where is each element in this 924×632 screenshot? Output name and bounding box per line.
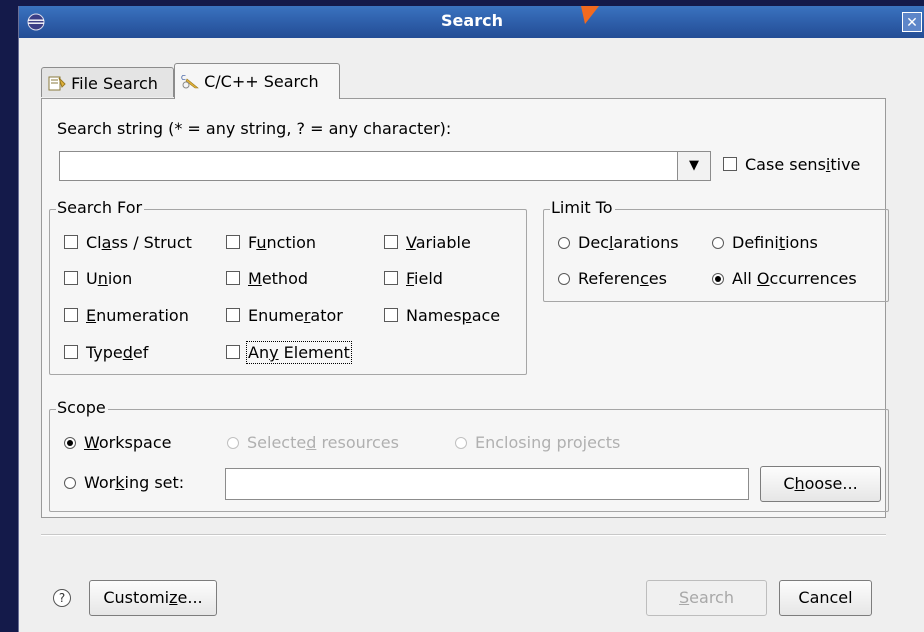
radio-circle[interactable] xyxy=(64,437,76,449)
case-sensitive-checkbox[interactable]: Case sensitive xyxy=(723,155,860,174)
tab-label: C/C++ Search xyxy=(204,72,319,91)
checkbox-namespace[interactable]: Namespace xyxy=(384,306,500,325)
radio-circle[interactable] xyxy=(64,477,76,489)
checkbox-enumeration[interactable]: Enumeration xyxy=(64,306,189,325)
search-for-title: Search For xyxy=(56,198,145,217)
window-title: Search xyxy=(441,11,503,30)
working-set-input[interactable] xyxy=(225,468,749,500)
checkbox-function[interactable]: Function xyxy=(226,233,316,252)
checkbox-box[interactable] xyxy=(723,157,737,171)
search-dialog: Search ✕ File Search C C/C++ Search Sear… xyxy=(18,6,924,632)
customize-button[interactable]: Customize... xyxy=(89,580,217,616)
checkbox-box[interactable] xyxy=(384,235,398,249)
choose-button[interactable]: Choose... xyxy=(760,466,881,502)
radio-circle[interactable] xyxy=(558,273,570,285)
separator xyxy=(41,534,886,536)
cpp-search-icon: C xyxy=(181,74,199,89)
search-button: Search xyxy=(646,580,767,616)
radio-circle[interactable] xyxy=(558,237,570,249)
radio-definitions[interactable]: Definitions xyxy=(712,233,818,252)
pointer-arrow-icon xyxy=(581,6,599,24)
checkbox-box[interactable] xyxy=(64,235,78,249)
checkbox-box[interactable] xyxy=(64,271,78,285)
checkbox-enumerator[interactable]: Enumerator xyxy=(226,306,343,325)
radio-workspace[interactable]: Workspace xyxy=(64,433,171,452)
radio-all-occurrences[interactable]: All Occurrences xyxy=(712,269,857,288)
radio-circle[interactable] xyxy=(712,237,724,249)
checkbox-box[interactable] xyxy=(226,345,240,359)
checkbox-field[interactable]: Field xyxy=(384,269,443,288)
help-icon[interactable]: ? xyxy=(53,589,71,607)
radio-declarations[interactable]: Declarations xyxy=(558,233,679,252)
radio-circle[interactable] xyxy=(712,273,724,285)
checkbox-any-element[interactable]: Any Element xyxy=(226,341,352,364)
checkbox-box[interactable] xyxy=(226,235,240,249)
focus-label: Any Element xyxy=(246,341,352,364)
checkbox-box[interactable] xyxy=(226,308,240,322)
checkbox-box[interactable] xyxy=(64,345,78,359)
checkbox-union[interactable]: Union xyxy=(64,269,132,288)
svg-text:C: C xyxy=(181,74,186,82)
tab-cpp-search[interactable]: C C/C++ Search xyxy=(174,63,340,99)
radio-enclosing-projects: Enclosing projects xyxy=(455,433,620,452)
radio-working-set[interactable]: Working set: xyxy=(64,473,184,492)
radio-selected-resources: Selected resources xyxy=(227,433,399,452)
radio-circle xyxy=(227,437,239,449)
file-search-icon xyxy=(48,76,66,91)
close-icon[interactable]: ✕ xyxy=(902,12,922,32)
checkbox-box[interactable] xyxy=(384,308,398,322)
checkbox-box[interactable] xyxy=(64,308,78,322)
checkbox-box[interactable] xyxy=(384,271,398,285)
cancel-button[interactable]: Cancel xyxy=(779,580,872,616)
checkbox-class-struct[interactable]: Class / Struct xyxy=(64,233,192,252)
search-string-label: Search string (* = any string, ? = any c… xyxy=(57,119,452,138)
checkbox-method[interactable]: Method xyxy=(226,269,308,288)
title-bar[interactable]: Search ✕ xyxy=(19,6,924,38)
tab-file-search[interactable]: File Search xyxy=(41,67,174,97)
radio-circle xyxy=(455,437,467,449)
chevron-down-icon[interactable]: ▼ xyxy=(677,152,710,180)
scope-title: Scope xyxy=(56,398,108,417)
checkbox-typedef[interactable]: Typedef xyxy=(64,343,148,362)
tab-label: File Search xyxy=(71,74,158,93)
search-string-combo[interactable]: ▼ xyxy=(59,151,711,181)
checkbox-variable[interactable]: Variable xyxy=(384,233,471,252)
limit-to-title: Limit To xyxy=(550,198,615,217)
checkbox-box[interactable] xyxy=(226,271,240,285)
limit-to-group xyxy=(543,209,889,302)
radio-references[interactable]: References xyxy=(558,269,667,288)
